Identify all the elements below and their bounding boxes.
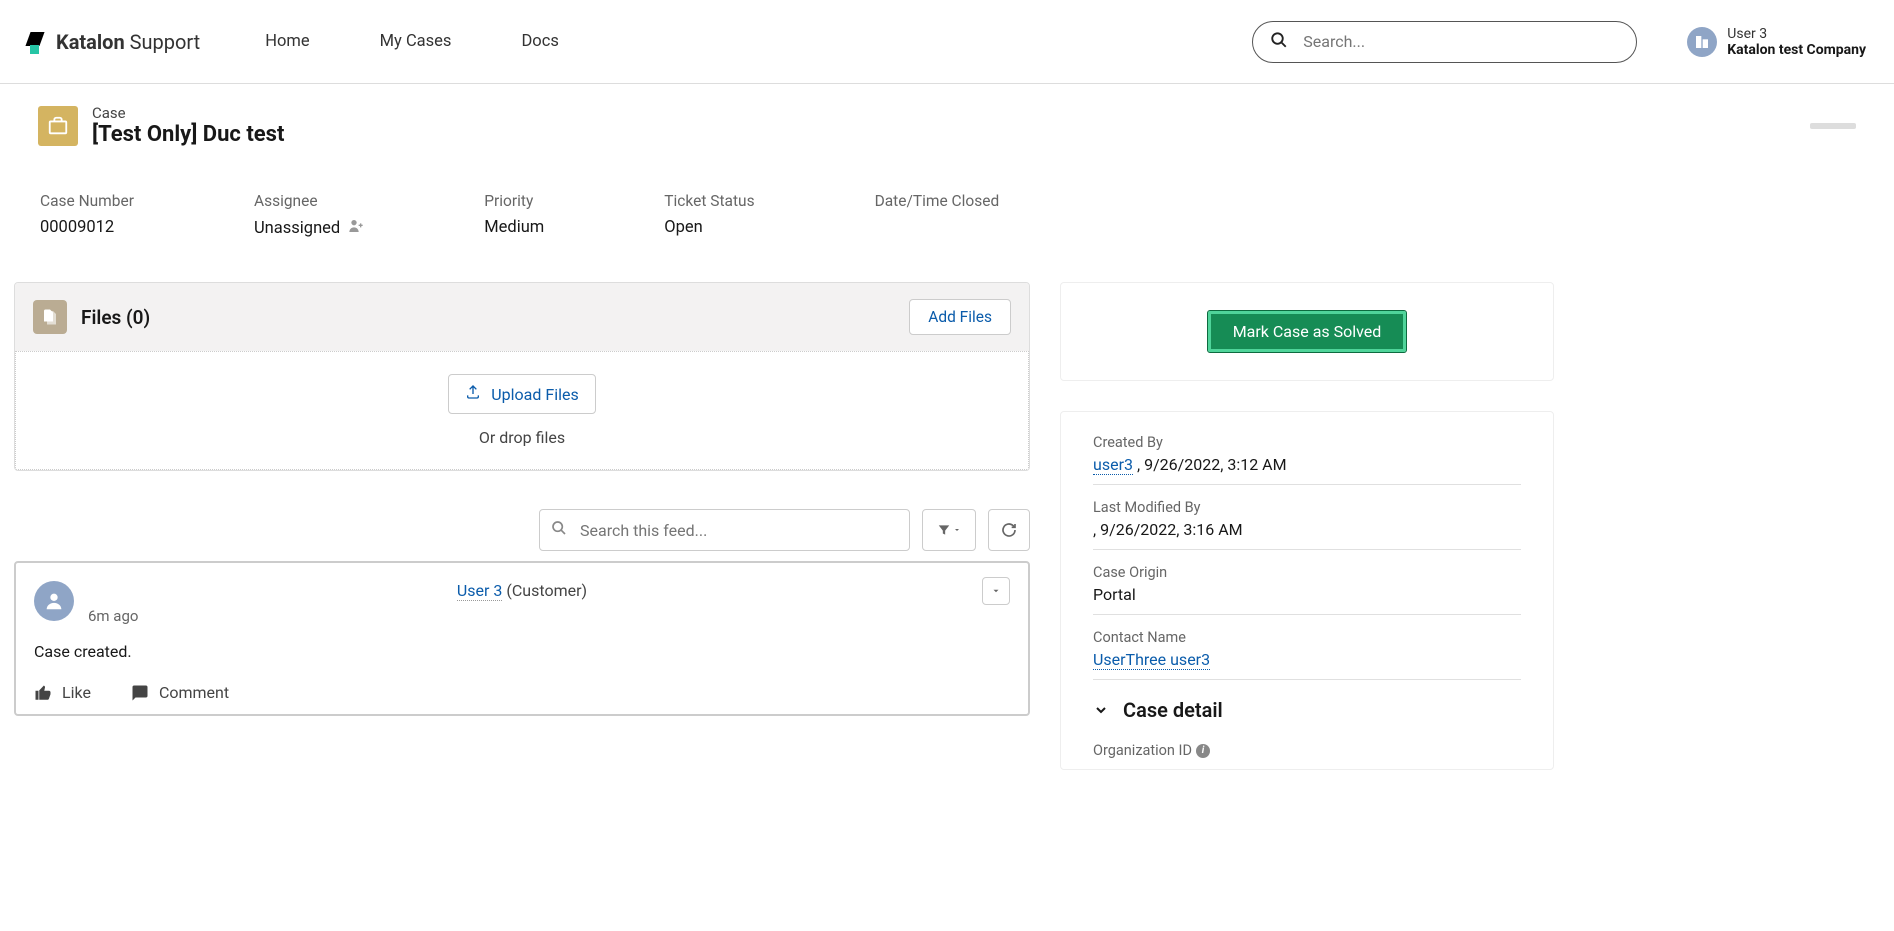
right-column: Mark Case as Solved Created By user3 , 9…	[1060, 282, 1554, 770]
case-heading: Case [Test Only] Duc test	[92, 104, 284, 147]
case-title: [Test Only] Duc test	[92, 122, 284, 147]
search-input[interactable]	[1252, 21, 1637, 63]
feed-search	[539, 509, 910, 551]
left-column: Files (0) Add Files Upload Files Or drop…	[14, 282, 1030, 770]
ticket-status-field: Ticket Status Open	[664, 192, 754, 239]
global-search	[1252, 21, 1637, 63]
mark-solved-button[interactable]: Mark Case as Solved	[1208, 311, 1407, 352]
brand-logo[interactable]: Katalon Support	[28, 30, 200, 54]
add-files-button[interactable]: Add Files	[909, 299, 1011, 335]
chevron-down-icon	[1093, 702, 1109, 718]
feed-item-menu-button[interactable]	[982, 577, 1010, 605]
contact-name-link[interactable]: UserThree user3	[1093, 650, 1210, 670]
case-icon	[38, 106, 78, 146]
search-icon	[551, 520, 567, 540]
modified-by-row: Last Modified By , 9/26/2022, 3:16 AM	[1093, 499, 1521, 550]
case-header: Case [Test Only] Duc test	[0, 84, 1894, 147]
feed-user-link[interactable]: User 3	[457, 581, 503, 601]
user-menu[interactable]: User 3 Katalon test Company	[1687, 26, 1866, 58]
priority-field: Priority Medium	[484, 192, 544, 239]
brand-name: Katalon Support	[56, 30, 200, 54]
contact-name-row: Contact Name UserThree user3	[1093, 629, 1521, 680]
feed-refresh-button[interactable]	[988, 509, 1030, 551]
upload-files-button[interactable]: Upload Files	[448, 374, 595, 414]
app-header: Katalon Support Home My Cases Docs User …	[0, 0, 1894, 84]
like-button[interactable]: Like	[34, 683, 91, 702]
files-title: Files (0)	[81, 306, 150, 329]
assign-person-icon[interactable]	[348, 218, 364, 239]
feed-timestamp: 6m ago	[88, 607, 138, 625]
feed-filter-button[interactable]	[922, 509, 976, 551]
details-panel: Created By user3 , 9/26/2022, 3:12 AM La…	[1060, 411, 1554, 770]
chevron-down-icon	[991, 586, 1001, 596]
nav-home[interactable]: Home	[265, 32, 309, 51]
created-by-row: Created By user3 , 9/26/2022, 3:12 AM	[1093, 434, 1521, 485]
upload-icon	[465, 384, 481, 404]
feed-search-input[interactable]	[539, 509, 910, 551]
header-handle	[1810, 123, 1856, 129]
filter-icon	[937, 523, 951, 537]
user-name: User 3	[1727, 26, 1866, 42]
drop-files-text: Or drop files	[16, 428, 1028, 447]
comment-button[interactable]: Comment	[131, 683, 229, 702]
user-company: Katalon test Company	[1727, 42, 1866, 58]
date-closed-field: Date/Time Closed	[875, 192, 1000, 239]
files-panel: Files (0) Add Files Upload Files Or drop…	[14, 282, 1030, 471]
main-content: Files (0) Add Files Upload Files Or drop…	[0, 264, 1894, 770]
search-icon	[1270, 31, 1288, 53]
like-icon	[34, 684, 52, 702]
feed-actions: Like Comment	[34, 683, 1010, 702]
info-icon[interactable]: i	[1196, 744, 1210, 758]
main-nav: Home My Cases Docs	[265, 32, 559, 51]
org-id-row: Organization ID i	[1093, 742, 1521, 759]
user-avatar-icon	[34, 581, 74, 621]
feed-user: User 3 (Customer)	[457, 581, 587, 600]
company-avatar-icon	[1687, 27, 1717, 57]
files-header: Files (0) Add Files	[15, 283, 1029, 351]
assignee-field: Assignee Unassigned	[254, 192, 364, 239]
case-label: Case	[92, 104, 284, 122]
files-icon	[33, 300, 67, 334]
case-summary: Case Number 00009012 Assignee Unassigned…	[0, 147, 1894, 264]
case-detail-toggle[interactable]: Case detail	[1093, 698, 1521, 722]
nav-my-cases[interactable]: My Cases	[380, 32, 452, 51]
feed-item: 6m ago User 3 (Customer) Case created. L…	[14, 561, 1030, 716]
case-number-field: Case Number 00009012	[40, 192, 134, 239]
feed-controls	[14, 509, 1030, 551]
files-dropzone[interactable]: Upload Files Or drop files	[15, 351, 1029, 470]
refresh-icon	[1001, 522, 1017, 538]
case-origin-row: Case Origin Portal	[1093, 564, 1521, 615]
solved-panel: Mark Case as Solved	[1060, 282, 1554, 381]
nav-docs[interactable]: Docs	[521, 32, 558, 51]
katalon-logo-icon	[28, 32, 48, 52]
feed-body: Case created.	[34, 642, 1010, 661]
user-info: User 3 Katalon test Company	[1727, 26, 1866, 58]
comment-icon	[131, 684, 149, 702]
chevron-down-icon	[953, 526, 961, 534]
created-by-user-link[interactable]: user3	[1093, 455, 1133, 475]
